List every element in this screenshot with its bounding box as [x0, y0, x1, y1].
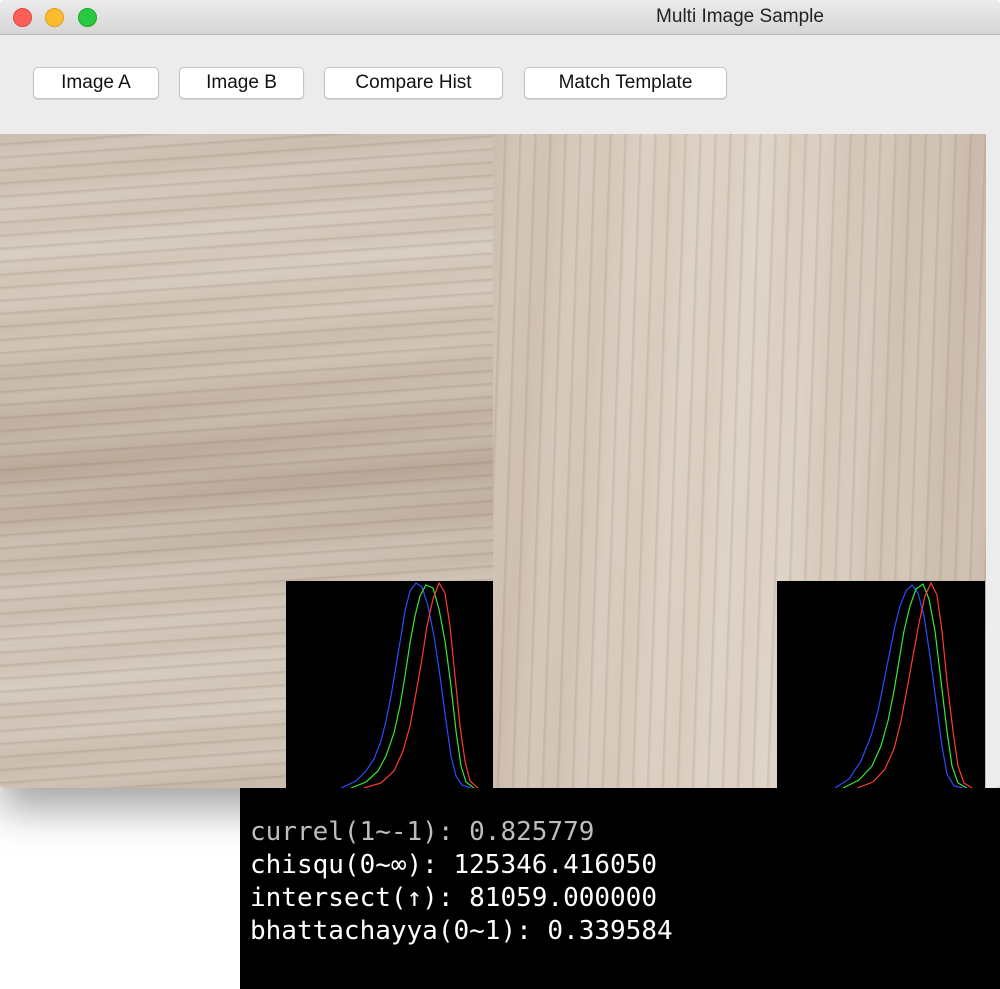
histogram-a — [286, 581, 493, 788]
comparison-results-panel: currel(1~-1): 0.825779 chisqu(0~∞): 1253… — [240, 788, 1000, 989]
close-window-button[interactable] — [13, 8, 32, 27]
compare-hist-button[interactable]: Compare Hist — [324, 67, 503, 99]
image-a-button[interactable]: Image A — [33, 67, 159, 99]
intersection-result: intersect(↑): 81059.000000 — [250, 883, 657, 913]
histogram-b-blue-curve — [834, 584, 964, 788]
title-bar: Multi Image Sample — [0, 0, 1000, 35]
window-title: Multi Image Sample — [656, 6, 824, 27]
app-window: Multi Image Sample Image A Image B Compa… — [0, 0, 1000, 788]
histogram-a-red-curve — [363, 581, 479, 788]
image-b-button[interactable]: Image B — [179, 67, 304, 99]
chi-square-result: chisqu(0~∞): 125346.416050 — [250, 850, 657, 880]
bhattacharyya-result: bhattachayya(0~1): 0.339584 — [250, 916, 673, 946]
correlation-result: currel(1~-1): 0.825779 — [250, 817, 595, 847]
zoom-window-button[interactable] — [78, 8, 97, 27]
histogram-b-green-curve — [842, 583, 968, 788]
histogram-b — [777, 581, 985, 788]
histogram-b-red-curve — [856, 581, 973, 788]
match-template-button[interactable]: Match Template — [524, 67, 727, 99]
toolbar: Image A Image B Compare Hist Match Templ… — [0, 34, 1000, 134]
minimize-window-button[interactable] — [45, 8, 64, 27]
